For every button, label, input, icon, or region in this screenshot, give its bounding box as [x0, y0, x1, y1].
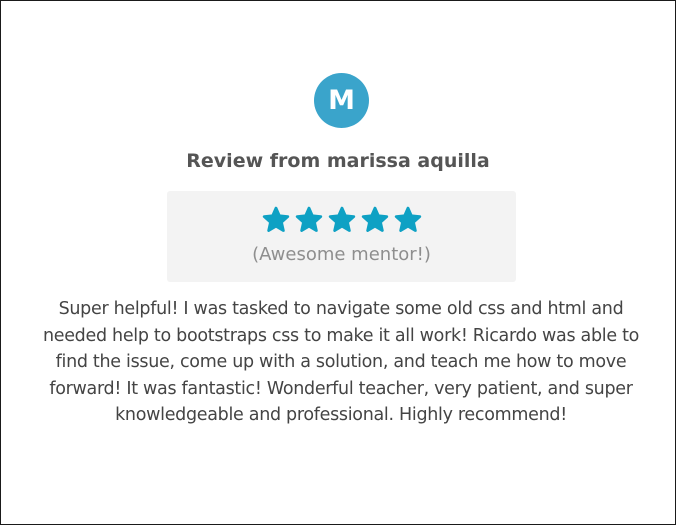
star-rating [167, 206, 516, 234]
avatar: M [314, 73, 369, 128]
star-icon [262, 206, 290, 234]
star-icon [394, 206, 422, 234]
review-title: Review from marissa aquilla [186, 150, 490, 172]
review-card: M Review from marissa aquilla (Awesome m… [0, 0, 676, 525]
rating-box: (Awesome mentor!) [167, 191, 516, 282]
star-icon [361, 206, 389, 234]
star-icon [295, 206, 323, 234]
avatar-initial: M [328, 85, 355, 116]
review-text: Super helpful! I was tasked to navigate … [42, 299, 640, 426]
rating-label: (Awesome mentor!) [252, 244, 431, 265]
star-icon [328, 206, 356, 234]
